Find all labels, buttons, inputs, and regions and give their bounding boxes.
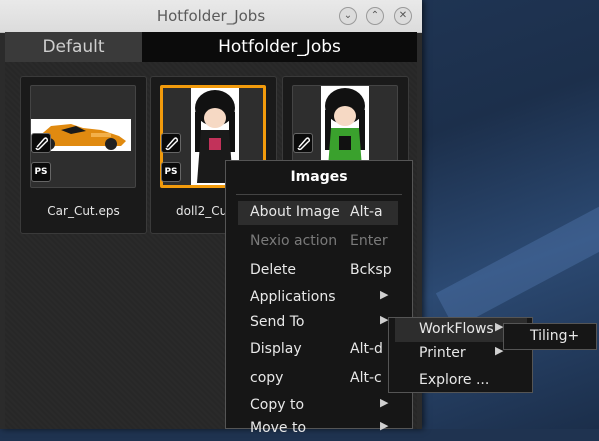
submenu-arrow-icon: ▶ <box>380 396 389 409</box>
menu-divider <box>236 194 402 195</box>
chevron-down-icon: ⌄ <box>343 10 353 21</box>
close-icon: ✕ <box>398 10 408 21</box>
menu-item-label: Nexio action <box>250 233 338 249</box>
menu-item-move-to[interactable]: Move to ▶ <box>238 417 398 441</box>
submenu-arrow-icon: ▶ <box>380 419 389 432</box>
paperclip-icon <box>161 133 181 153</box>
menu-item-label: Delete <box>250 262 296 278</box>
submenu-arrow-icon: ▶ <box>380 288 389 301</box>
menu-item-label: Explore ... <box>419 372 490 388</box>
submenu-item-explore[interactable]: Explore ... <box>395 369 527 393</box>
submenu-item-tiling[interactable]: Tiling+ <box>530 328 579 344</box>
menu-item-label: Display <box>250 341 302 357</box>
tab-hotfolder-jobs[interactable]: Hotfolder_Jobs <box>142 32 417 62</box>
tab-default[interactable]: Default <box>5 32 142 62</box>
menu-item-label: About Image <box>250 204 340 220</box>
menu-item-label: Move to <box>250 420 307 436</box>
tab-bar: Default Hotfolder_Jobs <box>5 32 417 62</box>
postscript-badge: PS <box>31 162 51 182</box>
desktop-wallpaper-stripe <box>435 171 599 329</box>
context-menu: Images About Image Alt-a Nexio action En… <box>225 160 413 436</box>
chevron-up-icon: ⌃ <box>370 10 380 21</box>
menu-item-nexio-action[interactable]: Nexio action Enter <box>238 230 398 254</box>
title-bar[interactable]: Hotfolder_Jobs ⌄ ⌃ ✕ <box>0 0 422 33</box>
menu-item-shortcut: Alt-c <box>350 370 382 386</box>
maximize-button[interactable]: ⌃ <box>366 7 384 25</box>
menu-item-label: Copy to <box>250 397 305 413</box>
menu-item-label: Applications <box>250 289 336 305</box>
file-name: Car_Cut.eps <box>47 204 120 218</box>
paperclip-icon <box>293 133 313 153</box>
menu-item-display[interactable]: Display Alt-d <box>238 338 398 362</box>
menu-item-label: Send To <box>250 314 305 330</box>
menu-item-label: WorkFlows <box>419 321 494 337</box>
close-button[interactable]: ✕ <box>394 7 412 25</box>
menu-item-send-to[interactable]: Send To ▶ <box>238 311 398 335</box>
menu-item-shortcut: Alt-a <box>350 204 383 220</box>
window-title: Hotfolder_Jobs <box>156 7 266 25</box>
menu-item-shortcut: Bcksp <box>350 262 392 278</box>
postscript-badge: PS <box>161 162 181 182</box>
file-card[interactable]: PS Car_Cut.eps <box>20 76 147 234</box>
minimize-button[interactable]: ⌄ <box>339 7 357 25</box>
menu-item-copy-to[interactable]: Copy to ▶ <box>238 394 398 418</box>
workflows-submenu: Tiling+ <box>503 323 597 350</box>
menu-item-about-image[interactable]: About Image Alt-a <box>238 201 398 225</box>
context-menu-title: Images <box>290 169 348 185</box>
menu-item-label: Printer <box>419 345 466 361</box>
menu-item-label: copy <box>250 370 284 386</box>
menu-item-shortcut: Enter <box>350 233 388 249</box>
paperclip-icon <box>31 133 51 153</box>
menu-item-copy[interactable]: copy Alt-c <box>238 367 398 391</box>
menu-item-applications[interactable]: Applications ▶ <box>238 286 398 310</box>
menu-item-delete[interactable]: Delete Bcksp <box>238 259 398 283</box>
menu-item-shortcut: Alt-d <box>350 341 383 357</box>
